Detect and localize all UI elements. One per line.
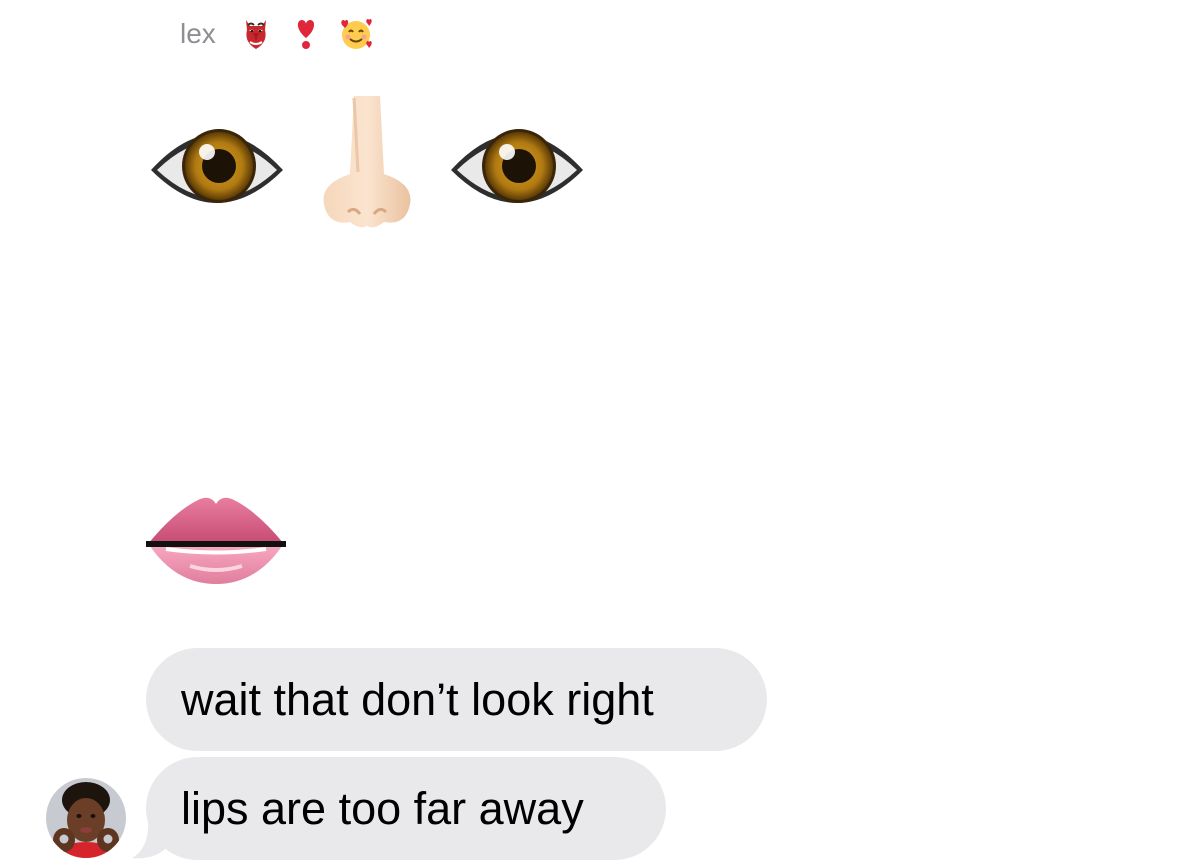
lips-emoji [146,497,286,584]
smiling-face-with-hearts-icon [341,18,372,49]
heart-exclamation-icon [297,20,314,49]
goblin-mask-icon [245,20,266,49]
avatar[interactable] [46,778,126,858]
eye-emoji-left [151,129,283,203]
message-text: lips are too far away [181,783,584,834]
sender-header: lex [180,12,374,56]
eye-emoji-right [451,129,583,203]
message-bubble[interactable]: wait that don’t look right [146,648,767,751]
bubble-tail [132,818,166,859]
sender-name: lex [180,18,216,49]
message-bubble[interactable]: lips are too far away [146,757,666,860]
avatar-photo [46,778,126,858]
nose-emoji [323,96,411,228]
message-text: wait that don’t look right [181,674,654,725]
